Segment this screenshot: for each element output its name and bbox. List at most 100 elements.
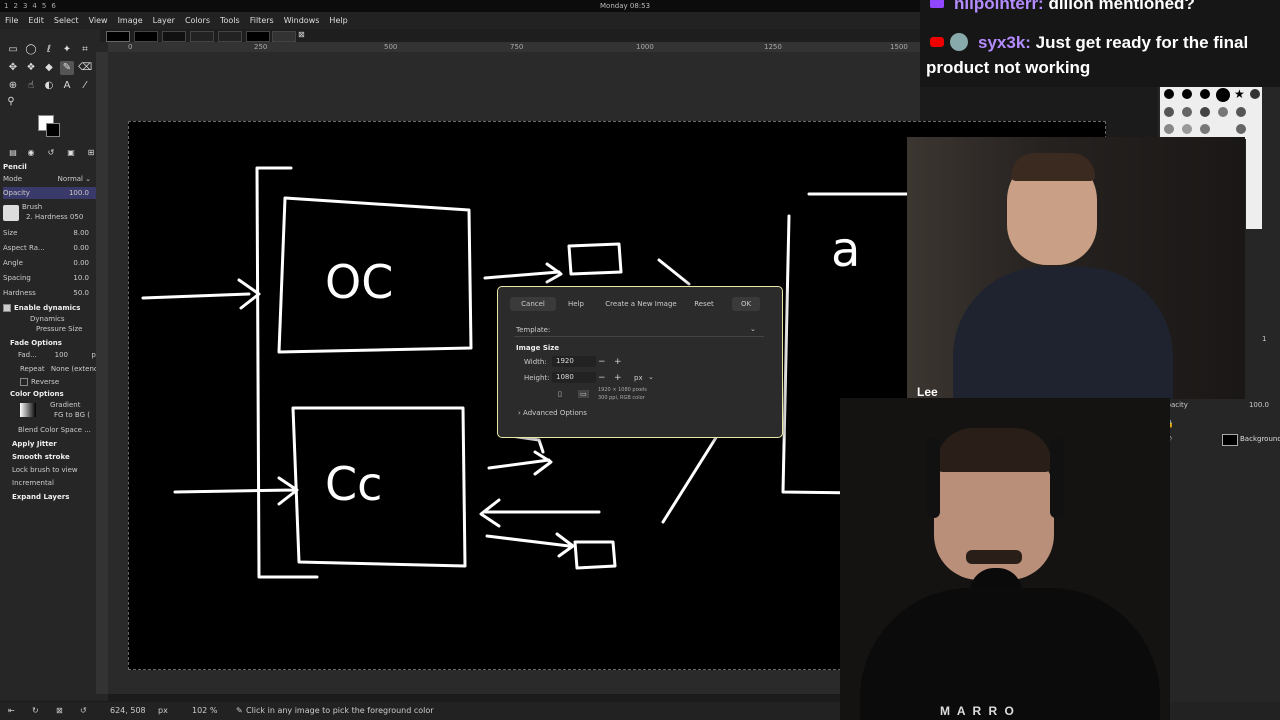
close-icon[interactable]: ⊠ [298, 30, 305, 39]
background-color-swatch[interactable] [46, 123, 60, 137]
cancel-button[interactable]: Cancel [510, 297, 556, 311]
workspace-2[interactable]: 2 [13, 2, 17, 10]
angle-slider[interactable]: Angle 0.00 [3, 257, 105, 269]
brush-swatch[interactable] [1182, 89, 1192, 99]
color-picker-icon[interactable]: ⁄ [78, 79, 92, 93]
redo-icon[interactable]: ↻ [32, 706, 39, 715]
advanced-options-expander[interactable]: › Advanced Options [518, 409, 587, 417]
box1-label: OC [325, 255, 393, 309]
smudge-icon[interactable]: ☝ [24, 79, 38, 93]
menu-filters[interactable]: Filters [245, 16, 279, 25]
width-input[interactable]: 1920 [552, 356, 596, 367]
chevron-down-icon[interactable]: ⌄ [750, 325, 756, 333]
brush-swatch[interactable] [1250, 89, 1260, 99]
eraser-icon[interactable]: ⌫ [78, 61, 92, 75]
height-increment-button[interactable]: + [614, 373, 622, 383]
zoom-icon[interactable]: ⚲ [4, 95, 18, 109]
workspace-1[interactable]: 1 [4, 2, 8, 10]
unit-select[interactable]: px [634, 374, 643, 382]
image-thumbnail-tab[interactable] [106, 31, 130, 42]
pencil-icon[interactable]: ✎ [60, 61, 74, 75]
spacing-slider[interactable]: Spacing 10.0 [3, 272, 105, 284]
ellipse-select-icon[interactable]: ◯ [24, 43, 38, 57]
menu-layer[interactable]: Layer [148, 16, 180, 25]
transform-icon[interactable]: ✥ [6, 61, 20, 75]
star-brush-icon[interactable]: ★ [1234, 87, 1245, 101]
text-tool-icon[interactable]: A [60, 79, 74, 93]
image-thumbnail-tab[interactable] [246, 31, 270, 42]
reset-button[interactable]: Reset [688, 297, 720, 311]
brush-swatch[interactable] [1200, 124, 1210, 134]
dodge-icon[interactable]: ◐ [42, 79, 56, 93]
undo-icon[interactable]: ⇤ [8, 706, 15, 715]
brush-swatch[interactable] [1216, 88, 1230, 102]
height-input[interactable]: 1080 [552, 372, 596, 383]
image-thumbnail-tab[interactable] [162, 31, 186, 42]
gradient-preview[interactable] [20, 403, 36, 417]
close-icon[interactable]: ⊠ [56, 706, 63, 715]
brushes-scroll[interactable] [1246, 139, 1262, 229]
landscape-icon[interactable]: ▭ [578, 390, 589, 398]
layer-opacity-row[interactable]: Opacity 100.0 [1161, 401, 1275, 409]
image-thumbnail-tab[interactable] [134, 31, 158, 42]
reset-icon[interactable]: ↺ [80, 706, 87, 715]
brush-preview[interactable] [3, 205, 19, 221]
blend-color-space-select[interactable]: Blend Color Space ... [18, 424, 106, 436]
repeat-select[interactable]: Repeat None (extend) [20, 363, 106, 375]
menu-file[interactable]: File [0, 16, 23, 25]
fade-length-slider[interactable]: Fad... 100 px [18, 349, 104, 361]
menu-select[interactable]: Select [49, 16, 84, 25]
rect-select-icon[interactable]: ▭ [6, 43, 20, 57]
workspace-3[interactable]: 3 [23, 2, 27, 10]
crop-icon[interactable]: ⌗ [78, 43, 92, 57]
ok-button[interactable]: OK [732, 297, 760, 311]
workspace-5[interactable]: 5 [42, 2, 46, 10]
unit-select[interactable]: px [158, 706, 168, 715]
height-decrement-button[interactable]: − [598, 373, 606, 383]
width-increment-button[interactable]: + [614, 357, 622, 367]
aspect-ratio-slider[interactable]: Aspect Ra... 0.00 [3, 242, 105, 254]
brush-swatch[interactable] [1164, 124, 1174, 134]
brush-swatch[interactable] [1236, 124, 1246, 134]
portrait-icon[interactable]: ▯ [558, 390, 562, 398]
workspace-6[interactable]: 6 [51, 2, 55, 10]
warp-icon[interactable]: ❖ [24, 61, 38, 75]
brush-swatch[interactable] [1218, 107, 1228, 117]
device-status-tab-icon[interactable]: ◉ [24, 146, 38, 160]
fuzzy-select-icon[interactable]: ✦ [60, 43, 74, 57]
brush-swatch[interactable] [1182, 124, 1192, 134]
brush-swatch[interactable] [1164, 89, 1174, 99]
menu-view[interactable]: View [84, 16, 113, 25]
images-tab-icon[interactable]: ▣ [64, 146, 78, 160]
menu-image[interactable]: Image [113, 16, 148, 25]
layer-name[interactable]: Background [1240, 435, 1280, 443]
brush-swatch[interactable] [1200, 89, 1210, 99]
menu-help[interactable]: Help [324, 16, 352, 25]
help-button[interactable]: Help [560, 297, 592, 311]
lasso-icon[interactable]: ℓ [42, 43, 56, 57]
opacity-slider[interactable]: Opacity 100.0 [3, 187, 105, 199]
workspace-4[interactable]: 4 [32, 2, 36, 10]
zoom-select[interactable]: 102 % [192, 706, 217, 715]
mode-row[interactable]: Mode Normal ⌄ [3, 173, 105, 185]
menu-edit[interactable]: Edit [23, 16, 49, 25]
brush-swatch[interactable] [1164, 107, 1174, 117]
brushes-grid[interactable]: ★ [1160, 87, 1262, 139]
clone-icon[interactable]: ⊕ [6, 79, 20, 93]
undo-history-tab-icon[interactable]: ↺ [44, 146, 58, 160]
hardness-slider[interactable]: Hardness 50.0 [3, 287, 105, 299]
size-slider[interactable]: Size 8.00 [3, 227, 105, 239]
menu-windows[interactable]: Windows [279, 16, 325, 25]
image-thumbnail-tab[interactable] [218, 31, 242, 42]
brush-swatch[interactable] [1182, 107, 1192, 117]
bucket-fill-icon[interactable]: ◆ [42, 61, 56, 75]
mode-value[interactable]: Normal [58, 173, 83, 185]
image-thumbnail-tab[interactable] [190, 31, 214, 42]
width-decrement-button[interactable]: − [598, 357, 606, 367]
tool-options-tab-icon[interactable]: ▤ [6, 146, 20, 160]
menu-colors[interactable]: Colors [180, 16, 215, 25]
brush-swatch[interactable] [1236, 107, 1246, 117]
brush-swatch[interactable] [1200, 107, 1210, 117]
image-thumbnail-tab[interactable] [272, 31, 296, 42]
menu-tools[interactable]: Tools [215, 16, 245, 25]
